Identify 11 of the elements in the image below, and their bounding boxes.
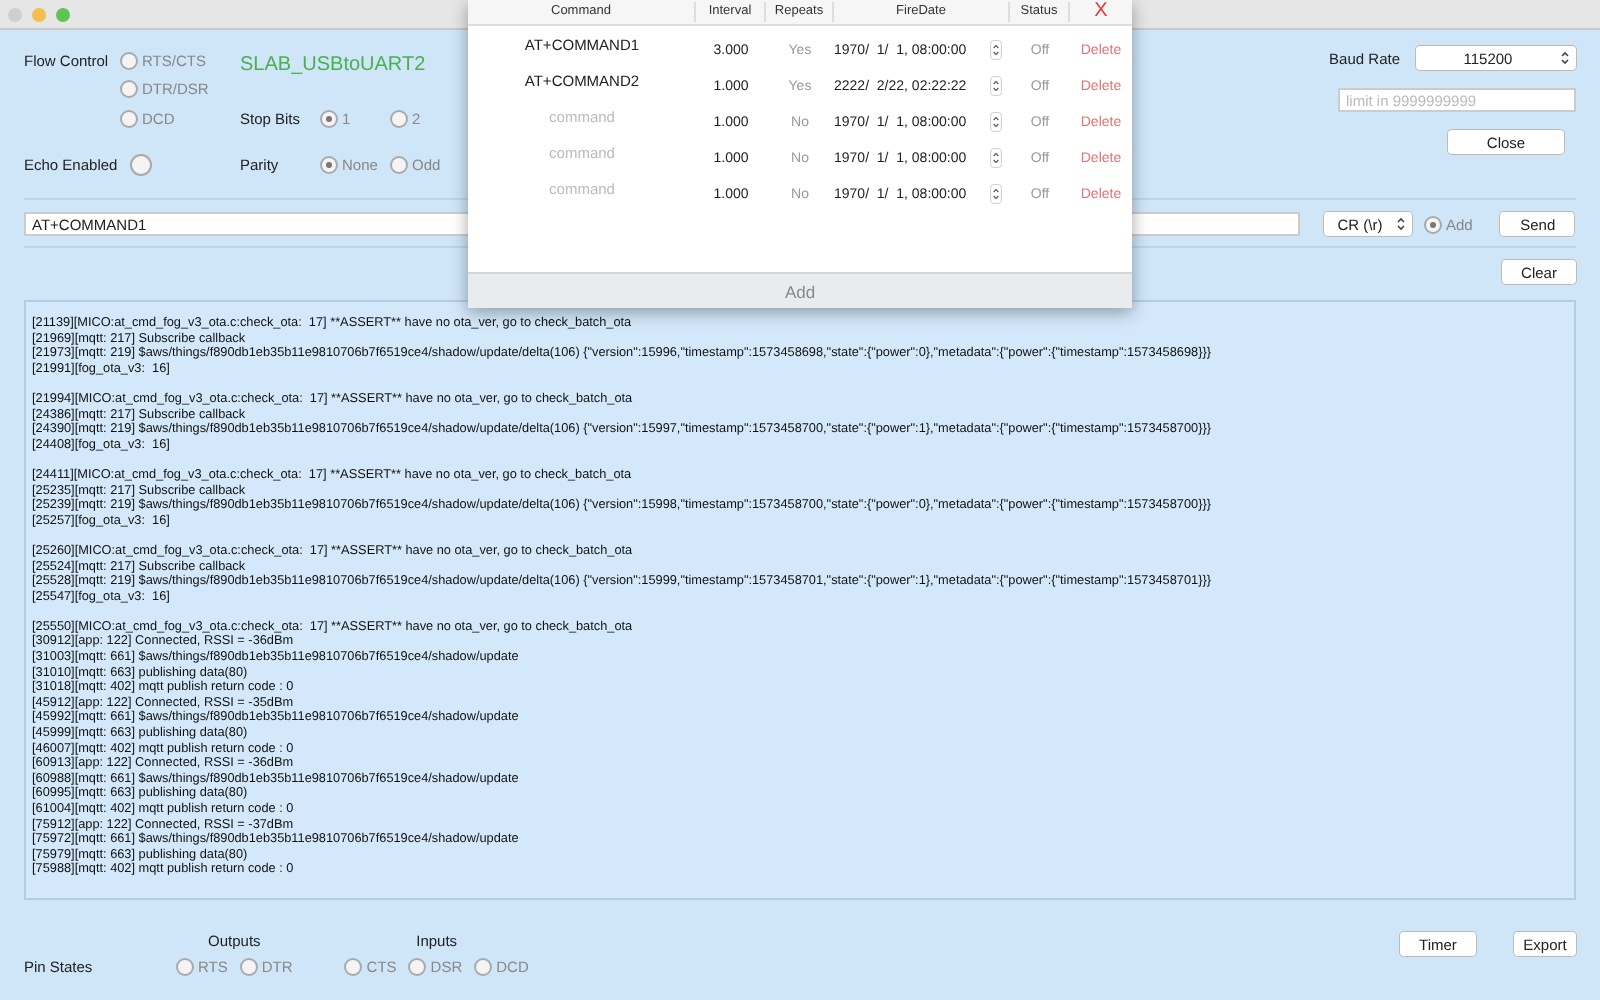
stepper-icon[interactable]	[990, 184, 1002, 204]
stepper-icon[interactable]	[990, 40, 1002, 60]
stepper-icon[interactable]	[990, 112, 1002, 132]
device-name: SLAB_USBtoUART2	[240, 53, 426, 75]
chevron-icon	[1560, 50, 1570, 66]
chevron-icon	[1396, 216, 1406, 232]
add-button[interactable]: Add	[468, 272, 1132, 308]
close-button[interactable]: X	[1070, 2, 1132, 22]
stepper-icon[interactable]	[990, 148, 1002, 168]
echo-toggle[interactable]	[130, 153, 152, 175]
stepper-icon[interactable]	[990, 76, 1002, 96]
